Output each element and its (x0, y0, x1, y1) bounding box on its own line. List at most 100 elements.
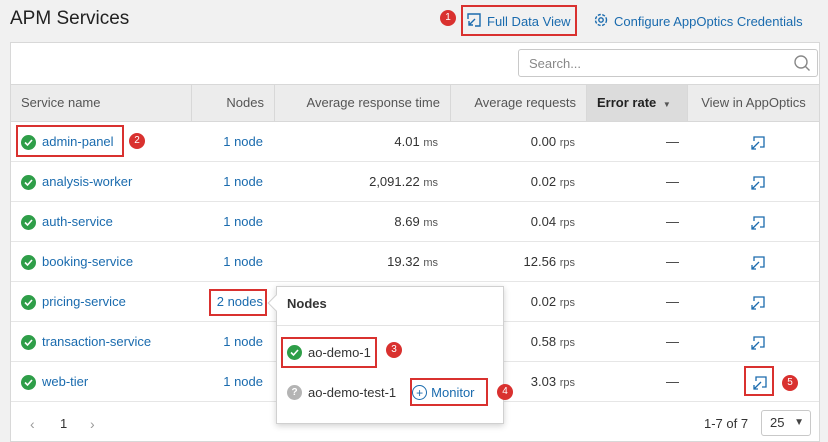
results-range: 1-7 of 7 (704, 416, 749, 431)
service-name-link[interactable]: web-tier (42, 362, 88, 402)
col-avg-requests[interactable]: Average requests (451, 85, 587, 121)
unit: ms (423, 257, 438, 269)
error-rate: — (666, 134, 679, 149)
avg-response-value: 4.01 (394, 134, 420, 149)
avg-requests-value: 0.04 (530, 214, 557, 229)
page-size-select[interactable]: 25 ▼ (761, 410, 811, 436)
col-nodes[interactable]: Nodes (192, 85, 275, 121)
search-input[interactable] (519, 50, 779, 76)
service-name-link[interactable]: transaction-service (42, 322, 151, 362)
view-in-appoptics-icon[interactable] (750, 282, 766, 322)
configure-credentials-label: Configure AppOptics Credentials (614, 14, 803, 29)
view-in-appoptics-icon[interactable] (750, 202, 766, 242)
current-page[interactable]: 1 (60, 416, 67, 431)
service-name-link[interactable]: analysis-worker (42, 162, 132, 202)
col-service-name[interactable]: Service name (11, 85, 192, 121)
service-name-link[interactable]: booking-service (42, 242, 133, 282)
table-header: Service name Nodes Average response time… (11, 84, 819, 122)
nodes-link[interactable]: 1 node (223, 362, 263, 402)
avg-requests-value: 0.00 (530, 134, 557, 149)
view-in-appoptics-icon[interactable] (750, 242, 766, 282)
unit: rps (559, 297, 575, 309)
table-row: booking-service 1 node 19.32 ms 12.56 rp… (11, 242, 819, 282)
service-name-link[interactable]: pricing-service (42, 282, 126, 322)
plus-icon: + (412, 385, 428, 400)
avg-response: 19.32 ms (387, 242, 438, 282)
unit: ms (423, 177, 438, 189)
col-error-rate[interactable]: Error rate ▼ (587, 85, 688, 121)
error-rate: — (666, 254, 679, 269)
unknown-status-icon: ? (287, 385, 302, 400)
error-rate: — (666, 214, 679, 229)
status-ok-icon (21, 294, 36, 310)
external-link-icon (466, 12, 482, 31)
service-name-link[interactable]: admin-panel (42, 122, 114, 162)
service-admin-panel[interactable]: admin-panel (21, 122, 114, 162)
nodes-link[interactable]: 2 nodes (217, 282, 263, 322)
node-item-ao-demo-test-1: ? ao-demo-test-1 + Monitor (287, 385, 475, 400)
callout-4: 4 (497, 384, 513, 400)
monitor-button[interactable]: + Monitor (412, 385, 475, 400)
monitor-label: Monitor (431, 385, 475, 400)
unit: rps (559, 337, 575, 349)
view-in-appoptics-icon[interactable] (752, 362, 768, 402)
service-booking-service[interactable]: booking-service (21, 242, 133, 282)
status-ok-icon (21, 174, 36, 190)
node-name: ao-demo-test-1 (308, 385, 397, 400)
avg-response-value: 8.69 (394, 214, 420, 229)
service-analysis-worker[interactable]: analysis-worker (21, 162, 132, 202)
callout-2: 2 (129, 133, 145, 149)
nodes-link[interactable]: 1 node (223, 162, 263, 202)
col-avg-response[interactable]: Average response time (275, 85, 451, 121)
unit: rps (559, 137, 575, 149)
nodes-link[interactable]: 1 node (223, 122, 263, 162)
full-data-view-link[interactable]: Full Data View (466, 12, 571, 31)
full-data-view-label: Full Data View (487, 14, 571, 29)
view-in-appoptics-icon[interactable] (750, 162, 766, 202)
service-transaction-service[interactable]: transaction-service (21, 322, 151, 362)
col-view-in-appoptics: View in AppOptics (701, 95, 806, 110)
service-name-link[interactable]: auth-service (42, 202, 113, 242)
unit: ms (423, 137, 438, 149)
callout-3: 3 (386, 342, 402, 358)
avg-requests: 0.02 rps (531, 162, 575, 202)
search-box[interactable] (518, 49, 818, 77)
col-error-rate-label: Error rate (597, 95, 657, 110)
avg-requests-value: 0.58 (530, 334, 557, 349)
avg-response-value: 2,091.22 (369, 174, 420, 189)
avg-requests: 0.58 rps (531, 322, 575, 362)
sort-desc-icon: ▼ (662, 100, 671, 109)
service-pricing-service[interactable]: pricing-service (21, 282, 126, 322)
unit: rps (559, 257, 575, 269)
avg-requests-value: 0.02 (530, 174, 557, 189)
service-auth-service[interactable]: auth-service (21, 202, 113, 242)
table-row: auth-service 1 node 8.69 ms 0.04 rps — (11, 202, 819, 242)
configure-credentials-link[interactable]: Configure AppOptics Credentials (593, 12, 803, 31)
node-item-ao-demo-1[interactable]: ao-demo-1 (287, 345, 371, 360)
view-in-appoptics-icon[interactable] (750, 122, 766, 162)
avg-requests: 3.03 rps (531, 362, 575, 402)
avg-requests: 0.04 rps (531, 202, 575, 242)
status-ok-icon (21, 334, 36, 350)
nodes-link[interactable]: 1 node (223, 322, 263, 362)
page-size-value: 25 (770, 415, 785, 430)
avg-response: 8.69 ms (394, 202, 438, 242)
next-page-icon[interactable]: › (90, 416, 95, 432)
service-web-tier[interactable]: web-tier (21, 362, 88, 402)
prev-page-icon[interactable]: ‹ (30, 416, 35, 432)
nodes-link[interactable]: 1 node (223, 242, 263, 282)
avg-response: 4.01 ms (394, 122, 438, 162)
avg-requests-value: 12.56 (523, 254, 557, 269)
status-ok-icon (21, 374, 36, 390)
error-rate: — (666, 174, 679, 189)
avg-requests: 0.02 rps (531, 282, 575, 322)
popover-title: Nodes (287, 296, 327, 311)
nodes-link[interactable]: 1 node (223, 202, 263, 242)
chevron-down-icon: ▼ (794, 417, 804, 428)
view-in-appoptics-icon[interactable] (750, 322, 766, 362)
error-rate: — (666, 334, 679, 349)
gear-icon (593, 12, 609, 31)
unit: rps (559, 217, 575, 229)
avg-requests: 12.56 rps (524, 242, 575, 282)
avg-requests: 0.00 rps (531, 122, 575, 162)
